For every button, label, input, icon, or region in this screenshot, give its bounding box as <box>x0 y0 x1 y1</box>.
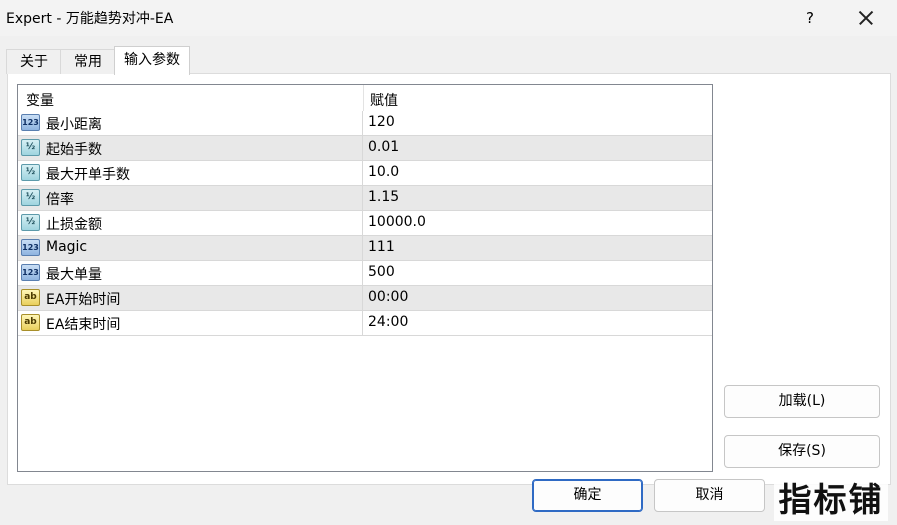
int-icon: 123 <box>21 114 40 131</box>
variable-value: 500 <box>368 264 395 280</box>
watermark-logo: 指标铺 <box>774 479 888 521</box>
ok-button[interactable]: 确定 <box>532 479 643 512</box>
variable-value: 1.15 <box>368 189 400 205</box>
table-row[interactable]: 123 最小距离 120 <box>18 111 712 136</box>
inputs-table: 变量 赋值 123 最小距离 120 ½ 起始手数 0.01 ½ 最大开单手数 10.0 ½ 倍率 1… <box>17 84 713 472</box>
variable-value: 0.01 <box>368 139 400 155</box>
column-header-variable[interactable]: 变量 <box>26 90 54 110</box>
variable-value: 24:00 <box>368 314 409 330</box>
window-title: Expert - 万能趋势对冲-EA <box>6 11 174 27</box>
tab-about[interactable]: 关于 <box>6 49 62 74</box>
double-icon: ½ <box>21 164 40 181</box>
int-icon: 123 <box>21 264 40 281</box>
variable-cell[interactable]: ½ 倍率 <box>18 186 363 210</box>
variable-value: 10.0 <box>368 164 400 180</box>
variable-value: 00:00 <box>368 289 409 305</box>
variable-cell[interactable]: 123 最小距离 <box>18 111 363 135</box>
table-row[interactable]: 123 最大单量 500 <box>18 261 712 286</box>
variable-name: 倍率 <box>46 192 74 208</box>
column-divider[interactable] <box>363 85 364 111</box>
double-icon: ½ <box>21 139 40 156</box>
cancel-button[interactable]: 取消 <box>654 479 765 512</box>
variable-name: 最小距离 <box>46 117 102 133</box>
double-icon: ½ <box>21 189 40 206</box>
table-header: 变量 赋值 <box>18 85 712 111</box>
table-row[interactable]: ½ 最大开单手数 10.0 <box>18 161 712 186</box>
table-row[interactable]: ½ 倍率 1.15 <box>18 186 712 211</box>
variable-name: 最大单量 <box>46 267 102 283</box>
help-button[interactable]: ? <box>796 4 824 32</box>
close-button[interactable] <box>851 4 881 32</box>
table-row[interactable]: ½ 止损金额 10000.0 <box>18 211 712 236</box>
string-icon: ab <box>21 289 40 306</box>
save-button[interactable]: 保存(S) <box>724 435 880 468</box>
variable-cell[interactable]: ½ 起始手数 <box>18 136 363 160</box>
variable-cell[interactable]: 123 Magic <box>18 236 363 260</box>
variable-name: Magic <box>46 239 88 255</box>
variable-value: 111 <box>368 239 395 255</box>
variable-value: 120 <box>368 114 395 130</box>
load-button[interactable]: 加载(L) <box>724 385 880 418</box>
table-body: 123 最小距离 120 ½ 起始手数 0.01 ½ 最大开单手数 10.0 ½ 倍率 1.15 ½ 止损… <box>18 111 712 336</box>
table-row[interactable]: ½ 起始手数 0.01 <box>18 136 712 161</box>
table-row[interactable]: ab EA结束时间 24:00 <box>18 311 712 336</box>
variable-name: 最大开单手数 <box>46 167 130 183</box>
tab-common[interactable]: 常用 <box>60 49 116 74</box>
double-icon: ½ <box>21 214 40 231</box>
column-header-value[interactable]: 赋值 <box>370 90 398 110</box>
table-row[interactable]: 123 Magic 111 <box>18 236 712 261</box>
tab-inputs[interactable]: 输入参数 <box>114 46 190 75</box>
variable-name: EA开始时间 <box>46 292 121 308</box>
variable-cell[interactable]: 123 最大单量 <box>18 261 363 285</box>
variable-cell[interactable]: ½ 最大开单手数 <box>18 161 363 185</box>
variable-name: 起始手数 <box>46 142 102 158</box>
variable-cell[interactable]: ab EA开始时间 <box>18 286 363 310</box>
int-icon: 123 <box>21 239 40 256</box>
variable-cell[interactable]: ½ 止损金额 <box>18 211 363 235</box>
title-bar: Expert - 万能趋势对冲-EA ? <box>0 0 897 36</box>
table-row[interactable]: ab EA开始时间 00:00 <box>18 286 712 311</box>
variable-value: 10000.0 <box>368 214 426 230</box>
string-icon: ab <box>21 314 40 331</box>
variable-name: 止损金额 <box>46 217 102 233</box>
variable-cell[interactable]: ab EA结束时间 <box>18 311 363 335</box>
variable-name: EA结束时间 <box>46 317 121 333</box>
